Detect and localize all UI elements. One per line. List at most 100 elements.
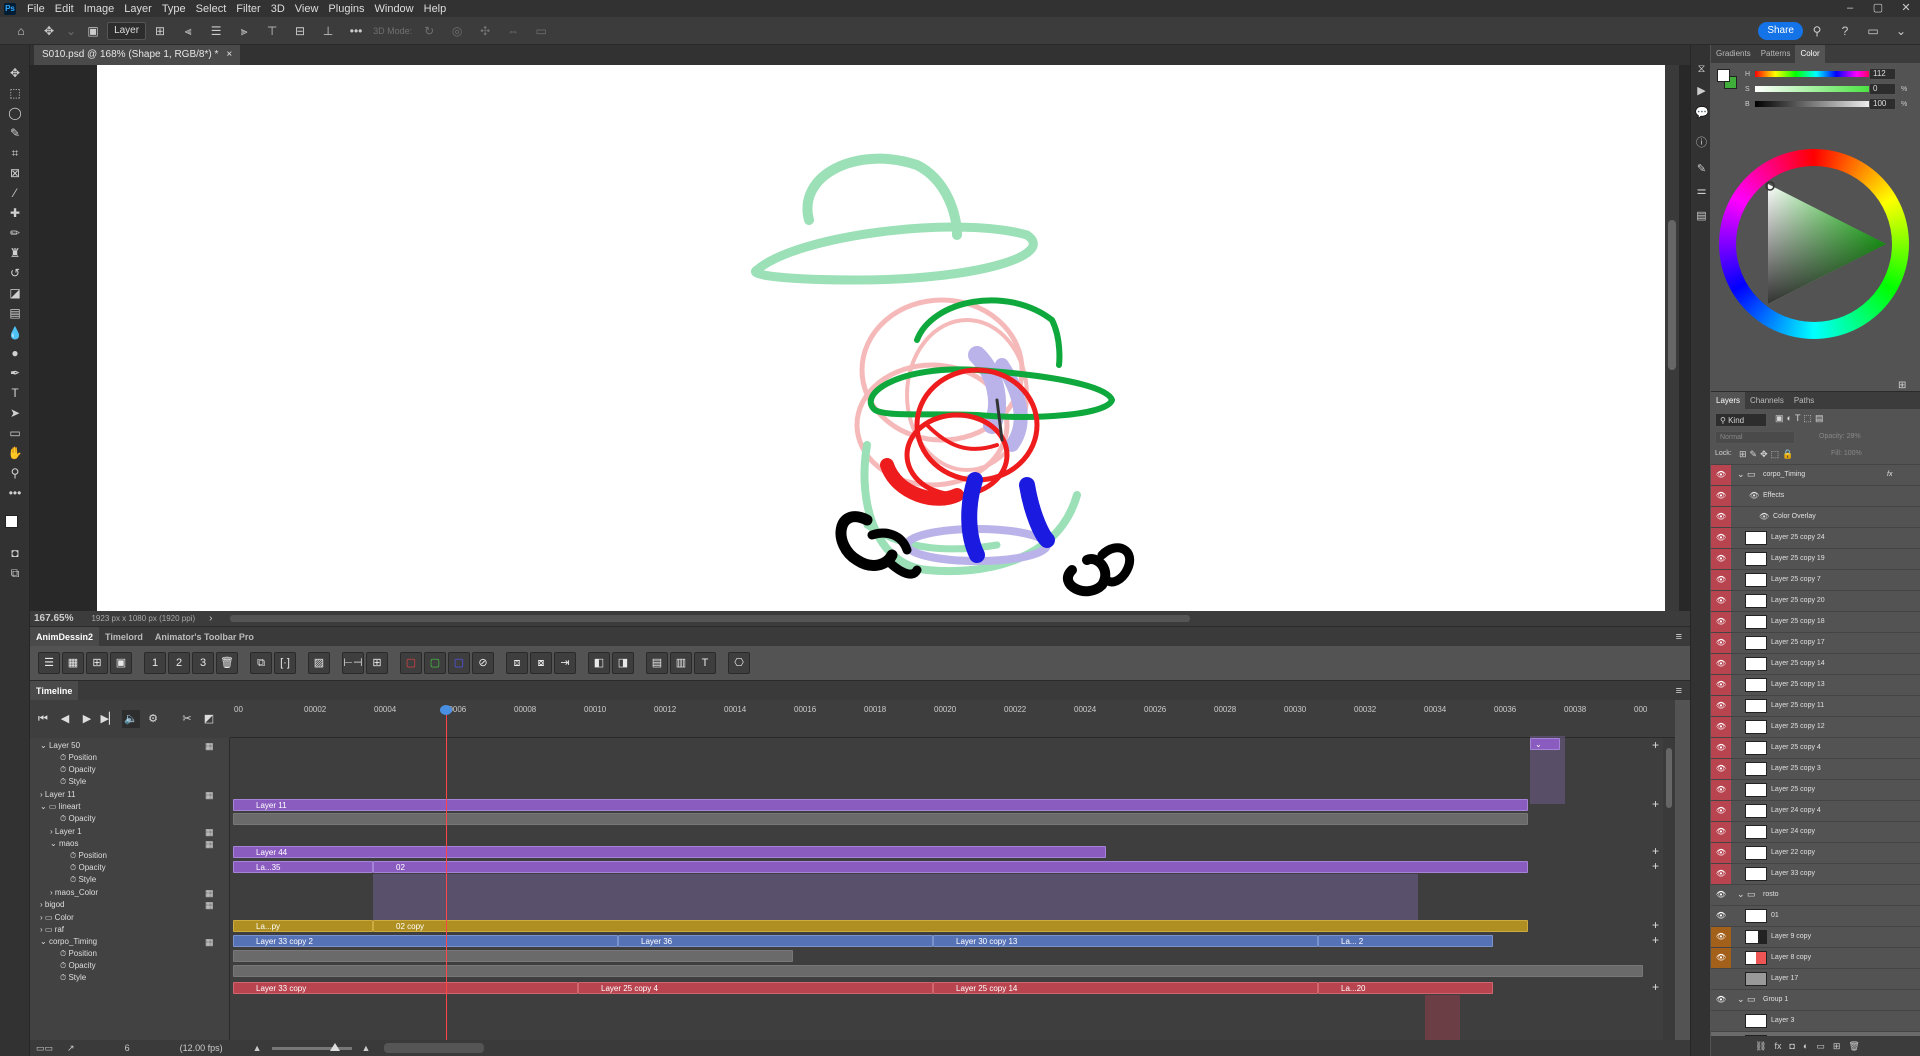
anim-button-7[interactable]: 3: [192, 652, 214, 674]
layer-item[interactable]: 👁 ⌄ ▭ rosto: [1711, 885, 1920, 906]
canvas[interactable]: [97, 65, 1665, 611]
panel-menu-icon[interactable]: ≡: [1676, 631, 1682, 643]
tab-timeline[interactable]: Timeline: [30, 680, 79, 701]
hue-value[interactable]: 112: [1869, 68, 1896, 80]
clip-layer44[interactable]: Layer 44: [233, 846, 1106, 858]
layer-item[interactable]: 👁 Layer 25 copy 12: [1711, 717, 1920, 738]
anim-button-11[interactable]: ▨: [308, 652, 330, 674]
clip-layer50[interactable]: ⌄: [1530, 738, 1560, 750]
auto-select-dropdown[interactable]: Layer: [107, 21, 147, 40]
visibility-eye-icon[interactable]: 👁: [1711, 549, 1731, 569]
visibility-eye-icon[interactable]: 👁: [1711, 696, 1731, 716]
folder-icon[interactable]: ⌄ ▭: [1737, 469, 1756, 480]
tab-color[interactable]: Color: [1795, 45, 1825, 63]
text-icon[interactable]: T: [694, 652, 716, 674]
brightness-value[interactable]: 100: [1869, 98, 1896, 110]
add-swatch-icon[interactable]: ⊞: [1898, 380, 1906, 391]
expander-icon[interactable]: ⌄: [40, 937, 49, 946]
playhead-handle[interactable]: [440, 705, 452, 715]
visibility-eye-icon[interactable]: 👁: [1711, 486, 1731, 506]
link-layers-icon[interactable]: ⛓: [1755, 1041, 1766, 1052]
menu-select[interactable]: Select: [191, 3, 232, 15]
layer-item[interactable]: 👁 Layer 25 copy 7: [1711, 570, 1920, 591]
path-select-icon[interactable]: ➤: [7, 405, 23, 421]
anim-button-9[interactable]: ⧉: [250, 652, 272, 674]
gradient-tool-icon[interactable]: ▤: [7, 305, 23, 321]
saturation-slider[interactable]: [1755, 86, 1877, 92]
tab-gradients[interactable]: Gradients: [1711, 45, 1756, 63]
menu-help[interactable]: Help: [419, 3, 452, 15]
expander-icon[interactable]: ⌄: [50, 839, 59, 848]
rectangle-tool-icon[interactable]: ▭: [7, 425, 23, 441]
chevron-down-icon[interactable]: ⌄: [1890, 20, 1912, 42]
clip-bigod-c[interactable]: Layer 30 copy 13: [933, 935, 1318, 947]
healing-brush-icon[interactable]: ✚: [7, 205, 23, 221]
anim-button-20[interactable]: ⇥: [554, 652, 576, 674]
layer-item[interactable]: 👁 Layer 25 copy 14: [1711, 654, 1920, 675]
share-button[interactable]: Share: [1758, 21, 1803, 40]
brightness-slider[interactable]: [1755, 101, 1877, 107]
visibility-eye-icon[interactable]: 👁: [1711, 948, 1731, 968]
effect-eye-icon[interactable]: 👁: [1759, 512, 1769, 521]
type-tool-icon[interactable]: T: [7, 385, 23, 401]
menu-edit[interactable]: Edit: [50, 3, 79, 15]
layer-item[interactable]: 👁 ⌄ ▭ Group 1: [1711, 990, 1920, 1011]
clip-lineart[interactable]: [233, 813, 1528, 825]
menu-3d[interactable]: 3D: [266, 3, 290, 15]
mask-icon[interactable]: ◘: [1789, 1041, 1794, 1051]
layer-item[interactable]: 👁 Layer 22 copy: [1711, 843, 1920, 864]
3d-scale-icon[interactable]: ▭: [530, 20, 552, 42]
layer-item[interactable]: 👁 Layer 25 copy 3: [1711, 759, 1920, 780]
workspace-icon[interactable]: ▭: [1862, 20, 1884, 42]
clip-bigod-a[interactable]: Layer 33 copy 2: [233, 935, 618, 947]
anim-button-21[interactable]: ◧: [588, 652, 610, 674]
layer-item[interactable]: 👁 Layer 25 copy 24: [1711, 528, 1920, 549]
history-brush-icon[interactable]: ↺: [7, 265, 23, 281]
home-icon[interactable]: ⌂: [10, 20, 32, 42]
visibility-eye-icon[interactable]: 👁: [1711, 864, 1731, 884]
info-icon[interactable]: ⓘ: [1695, 137, 1708, 150]
close-window-icon[interactable]: ✕: [1892, 0, 1920, 17]
layer-item[interactable]: 👁 👁 Color Overlay: [1711, 507, 1920, 528]
film-icon[interactable]: ▦: [205, 741, 215, 751]
split-icon[interactable]: ✂: [178, 710, 196, 728]
visibility-eye-icon[interactable]: 👁: [1711, 675, 1731, 695]
history-icon[interactable]: ⧖: [1695, 63, 1708, 76]
document-tab[interactable]: S010.psd @ 168% (Shape 1, RGB/8*) * ×: [34, 45, 241, 65]
visibility-eye-icon[interactable]: 👁: [1711, 759, 1731, 779]
saturation-value[interactable]: 0: [1869, 83, 1896, 95]
menu-view[interactable]: View: [290, 3, 324, 15]
canvas-vertical-scrollbar[interactable]: [1665, 65, 1679, 611]
expander-icon[interactable]: ⌄ ▭: [40, 802, 59, 811]
eraser-tool-icon[interactable]: ◪: [7, 285, 23, 301]
layer-item[interactable]: Layer 3: [1711, 1011, 1920, 1032]
visibility-eye-icon[interactable]: 👁: [1711, 990, 1731, 1010]
frame-tool-icon[interactable]: ⊠: [7, 165, 23, 181]
color-triangle[interactable]: [1736, 166, 1892, 322]
filter-icons[interactable]: ▣◐T⬚▤: [1775, 413, 1826, 424]
visibility-eye-icon[interactable]: 👁: [1711, 465, 1731, 485]
prev-frame-icon[interactable]: ◀: [56, 710, 74, 728]
anim-button-3[interactable]: ⊞: [86, 652, 108, 674]
layer-item[interactable]: 👁 Layer 24 copy: [1711, 822, 1920, 843]
clip-corpo-d[interactable]: La...20: [1318, 982, 1493, 994]
lock-icons[interactable]: ⊞✎✥⬚🔒: [1739, 449, 1796, 460]
effect-eye-icon[interactable]: 👁: [1749, 491, 1759, 500]
add-media-icon[interactable]: +: [1652, 919, 1662, 931]
clip-maosc-b[interactable]: 02 copy: [373, 920, 1528, 932]
scroll-thumb[interactable]: [1668, 220, 1676, 370]
layer-item[interactable]: 👁 Layer 25 copy 11: [1711, 696, 1920, 717]
anim-button-22[interactable]: ◨: [612, 652, 634, 674]
visibility-eye-icon[interactable]: 👁: [1711, 528, 1731, 548]
visibility-eye-icon[interactable]: 👁: [1711, 780, 1731, 800]
clip-corpo-a[interactable]: Layer 33 copy: [233, 982, 578, 994]
first-frame-icon[interactable]: ⏮: [34, 710, 52, 728]
tab-layers[interactable]: Layers: [1711, 391, 1746, 410]
visibility-eye-icon[interactable]: 👁: [1711, 612, 1731, 632]
settings-icon[interactable]: ⚙: [144, 710, 162, 728]
status-arrow-icon[interactable]: ›: [209, 613, 212, 624]
menu-file[interactable]: File: [22, 3, 50, 15]
anim-button-24[interactable]: ▥: [670, 652, 692, 674]
expander-icon[interactable]: › ▭: [40, 913, 55, 922]
anim-button-6[interactable]: 2: [168, 652, 190, 674]
